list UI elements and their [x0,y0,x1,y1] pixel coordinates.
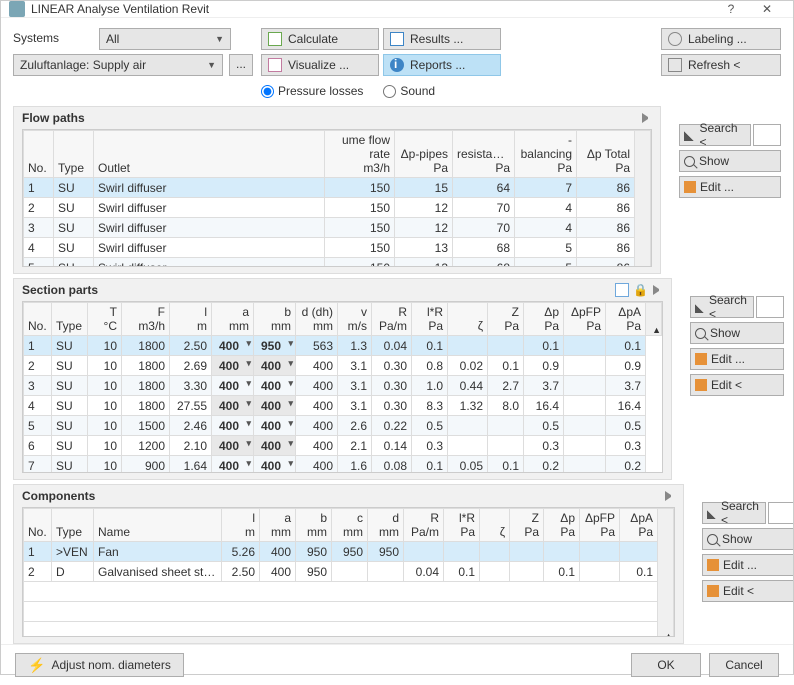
cancel-button[interactable]: Cancel [709,653,779,677]
content: Flow paths No.TypeOutlet ume flow rate m… [1,102,793,644]
magnifier-icon [684,156,695,167]
reports-button[interactable]: Reports ... [383,54,501,76]
edit-icon [707,559,719,571]
components-section: Components No.TypeName l ma mmb mmc mmd … [13,484,684,644]
components-table[interactable]: No.TypeName l ma mmb mmc mmd mmR Pa/ml*R… [22,507,675,637]
table-row[interactable] [24,622,674,638]
results-icon [390,32,404,46]
subsystem-more-button[interactable]: ... [229,54,253,76]
table-row[interactable]: 6SU1012002.104004004002.10.140.30.30.3 [24,436,662,456]
subsystem-value: Zuluftanlage: Supply air [20,58,146,72]
labeling-icon [668,32,682,46]
search-input[interactable] [753,124,781,146]
search-button[interactable]: Search < [702,502,766,524]
table-row[interactable]: 4SUSwirl diffuser1501368586 [24,238,651,258]
table-row[interactable]: 3SUSwirl diffuser1501270486 [24,218,651,238]
search-input[interactable] [768,502,793,524]
scroll-up[interactable]: ▲ [646,325,661,335]
table-row[interactable]: 5SUSwirl diffuser1501368586 [24,258,651,268]
chevron-down-icon: ▼ [207,60,216,70]
edit-icon [684,181,696,193]
systems-value: All [106,32,119,46]
sections-title: Section parts [22,283,98,297]
window-title: LINEAR Analyse Ventilation Revit [31,2,713,16]
sound-radio[interactable]: Sound [383,84,435,98]
search-button[interactable]: Search < [679,124,751,146]
edit-icon [707,585,719,597]
edit-lt-button[interactable]: Edit < [690,374,784,396]
toolbar: Systems All ▼ Zuluftanlage: Supply air ▼… [1,18,793,102]
search-button[interactable]: Search < [690,296,754,318]
collapse-icon[interactable] [642,113,652,123]
sections-header: No.Type T °CF m3/hl ma mmb mmd (dh) mmv … [24,303,662,336]
footer: ⚡Adjust nom. diameters OK Cancel [1,644,793,685]
subsystem-dropdown[interactable]: Zuluftanlage: Supply air ▼ [13,54,223,76]
magnifier-icon [707,534,718,545]
flow-section: Flow paths No.TypeOutlet ume flow rate m… [13,106,661,274]
chevron-down-icon: ▼ [215,34,224,44]
edit-lt-button[interactable]: Edit < [702,580,793,602]
results-button[interactable]: Results ... [383,28,501,50]
flow-header: No.TypeOutlet ume flow rate m3/hΔp-pipes… [24,131,651,178]
components-header: No.TypeName l ma mmb mmc mmd mmR Pa/ml*R… [24,509,674,542]
calculate-button[interactable]: Calculate [261,28,379,50]
close-button[interactable]: ✕ [749,2,785,16]
ok-button[interactable]: OK [631,653,701,677]
table-row[interactable]: 2SUSwirl diffuser1501270486 [24,198,651,218]
table-row[interactable]: 1SU1018002.504009505631.30.040.10.10.1 [24,336,662,356]
table-row[interactable] [24,582,674,602]
adjust-diameters-button[interactable]: ⚡Adjust nom. diameters [15,653,184,677]
sections-table[interactable]: No.Type T °CF m3/hl ma mmb mmd (dh) mmv … [22,301,663,473]
scroll-up[interactable]: ▲ [658,631,673,637]
help-button[interactable]: ? [713,2,749,16]
edit-button[interactable]: Edit ... [679,176,781,198]
table-row[interactable]: 5SU1015002.464004004002.60.220.50.50.5 [24,416,662,436]
table-row[interactable]: 1SUSwirl diffuser1501564786 [24,178,651,198]
table-row[interactable] [24,602,674,622]
titlebar: LINEAR Analyse Ventilation Revit ? ✕ [1,1,793,18]
edit-icon [695,379,707,391]
visualize-button[interactable]: Visualize ... [261,54,379,76]
flow-title: Flow paths [22,111,85,125]
show-button[interactable]: Show [679,150,781,172]
lightning-icon: ⚡ [28,657,45,674]
pressure-radio[interactable]: Pressure losses [261,84,363,98]
edit-button[interactable]: Edit ... [702,554,793,576]
lock-icon[interactable]: 🔒 [633,283,647,297]
app-icon [9,1,25,17]
table-row[interactable]: 3SU1018003.304004004003.10.301.00.442.73… [24,376,662,396]
edit-icon [695,353,707,365]
table-row[interactable]: 1>VENFan5.26400950950950 [24,542,674,562]
visualize-icon [268,58,282,72]
magnifier-icon [695,328,706,339]
info-icon [390,58,404,72]
labeling-button[interactable]: Labeling ... [661,28,781,50]
search-input[interactable] [756,296,784,318]
systems-label: Systems [13,31,59,45]
show-button[interactable]: Show [702,528,793,550]
edit-button[interactable]: Edit ... [690,348,784,370]
collapse-icon[interactable] [665,491,675,501]
table-row[interactable]: 7SU109001.644004004001.60.080.10.050.10.… [24,456,662,474]
table-row[interactable]: 2DGalvanised sheet steel ...2.504009500.… [24,562,674,582]
components-title: Components [22,489,95,503]
calculate-icon [268,32,282,46]
doc-icon[interactable] [615,283,629,297]
sections-section: Section parts 🔒 No.Type T °CF m3/hl ma mm… [13,278,672,480]
table-row[interactable]: 2SU1018002.694004004003.10.300.80.020.10… [24,356,662,376]
flow-table[interactable]: No.TypeOutlet ume flow rate m3/hΔp-pipes… [22,129,652,267]
refresh-button[interactable]: Refresh < [661,54,781,76]
show-button[interactable]: Show [690,322,784,344]
refresh-icon [668,58,682,72]
collapse-icon[interactable] [653,285,663,295]
eyedropper-icon [684,129,696,141]
systems-dropdown[interactable]: All ▼ [99,28,231,50]
eyedropper-icon [695,301,705,313]
table-row[interactable]: 4SU10180027.554004004003.10.308.31.328.0… [24,396,662,416]
eyedropper-icon [707,507,717,519]
